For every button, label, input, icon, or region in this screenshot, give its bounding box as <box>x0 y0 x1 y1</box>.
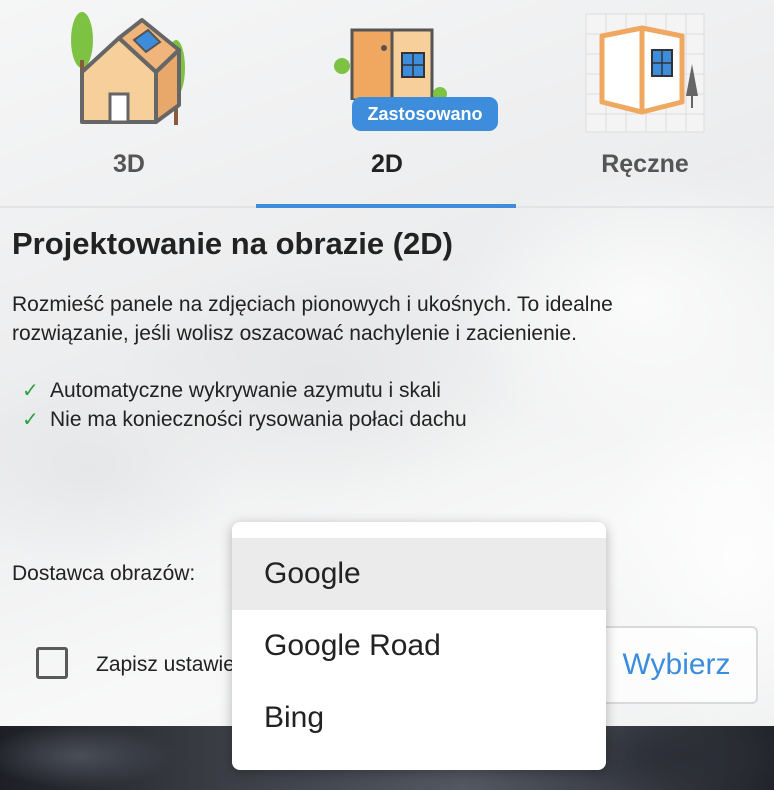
tab-label: Ręczne <box>601 150 689 178</box>
tab-3d[interactable]: 3D <box>0 0 258 208</box>
image-provider-dropdown: Google Google Road Bing <box>232 522 606 770</box>
tab-label: 3D <box>113 150 145 178</box>
house-3d-icon <box>64 10 194 140</box>
image-provider-label: Dostawca obrazów: <box>12 562 196 585</box>
provider-option-google[interactable]: Google <box>232 538 606 610</box>
feature-text: Nie ma konieczności rysowania połaci dac… <box>50 407 467 431</box>
folded-plan-manual-icon <box>580 10 710 140</box>
save-settings-checkbox[interactable] <box>36 647 68 679</box>
save-settings-label[interactable]: Zapisz ustawienia <box>96 653 232 677</box>
door-window-2d-icon <box>322 10 452 105</box>
provider-option-google-road[interactable]: Google Road <box>232 610 606 682</box>
check-icon: ✓ <box>22 380 39 402</box>
feature-list: ✓ Automatyczne wykrywanie azymutu i skal… <box>22 376 467 434</box>
mode-description: Rozmieść panele na zdjęciach pionowych i… <box>12 293 613 345</box>
mode-tabs: 3D 2D Ręczne Zastosowano <box>0 0 774 208</box>
tab-label: 2D <box>371 150 403 178</box>
active-tab-indicator <box>256 204 516 208</box>
choose-button[interactable]: Wybierz <box>595 626 758 704</box>
feature-text: Automatyczne wykrywanie azymutu i skali <box>50 378 441 402</box>
check-icon: ✓ <box>22 409 39 431</box>
page-title: Projektowanie na obrazie (2D) <box>12 226 453 261</box>
applied-badge: Zastosowano <box>352 97 498 131</box>
provider-option-bing[interactable]: Bing <box>232 682 606 754</box>
list-item: ✓ Automatyczne wykrywanie azymutu i skal… <box>22 376 467 405</box>
tab-manual[interactable]: Ręczne <box>516 0 774 208</box>
list-item: ✓ Nie ma konieczności rysowania połaci d… <box>22 405 467 434</box>
